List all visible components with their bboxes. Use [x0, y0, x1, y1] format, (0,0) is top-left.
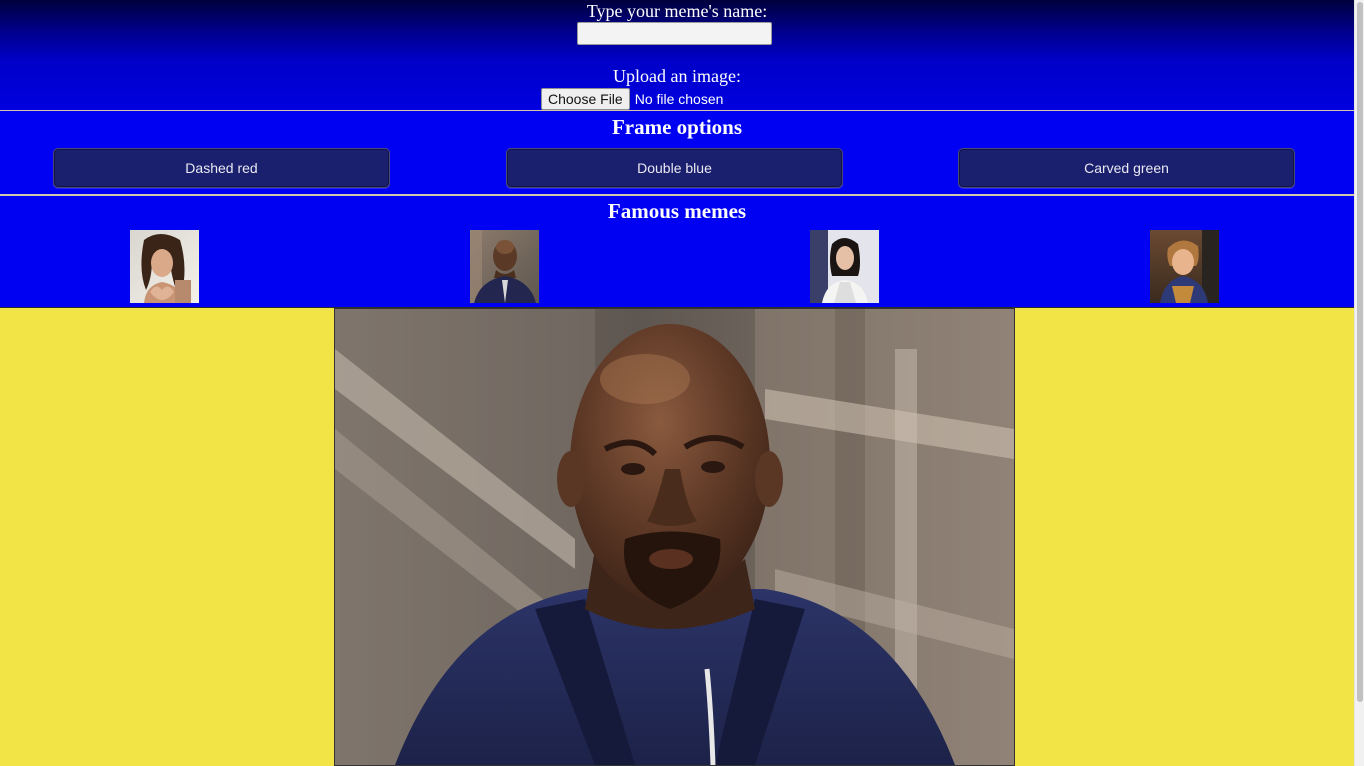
- double-blue-button[interactable]: Double blue: [506, 148, 843, 188]
- meme-thumbnail-woman-dark-hair[interactable]: [810, 230, 879, 303]
- no-file-chosen-text: No file chosen: [634, 90, 724, 107]
- choose-file-button[interactable]: Choose File: [541, 87, 630, 110]
- file-input[interactable]: Choose File No file chosen: [541, 87, 723, 110]
- famous-memes-title: Famous memes: [607, 199, 747, 223]
- meme-thumbnail-woman-heart-hands[interactable]: [130, 230, 199, 303]
- meme-thumbnail-bald-man[interactable]: [470, 230, 539, 303]
- carved-green-button[interactable]: Carved green: [958, 148, 1295, 188]
- frame-options-title: Frame options: [611, 115, 743, 139]
- frame-options-section: Frame options Dashed red Double blue Car…: [0, 111, 1354, 196]
- upload-section: Type your meme's name: Upload an image: …: [0, 0, 1354, 111]
- upload-image-label: Upload an image:: [613, 66, 741, 86]
- famous-memes-section: Famous memes: [0, 196, 1354, 308]
- meme-thumbnail-child[interactable]: [1150, 230, 1219, 303]
- dashed-red-button[interactable]: Dashed red: [53, 148, 390, 188]
- meme-name-input[interactable]: [577, 22, 772, 45]
- vertical-scrollbar[interactable]: [1354, 0, 1364, 766]
- scrollbar-thumb[interactable]: [1357, 2, 1363, 702]
- page-content: Type your meme's name: Upload an image: …: [0, 0, 1354, 766]
- meme-name-label: Type your meme's name:: [586, 1, 768, 21]
- main-meme-image: [334, 308, 1015, 766]
- page: Type your meme's name: Upload an image: …: [0, 0, 1364, 766]
